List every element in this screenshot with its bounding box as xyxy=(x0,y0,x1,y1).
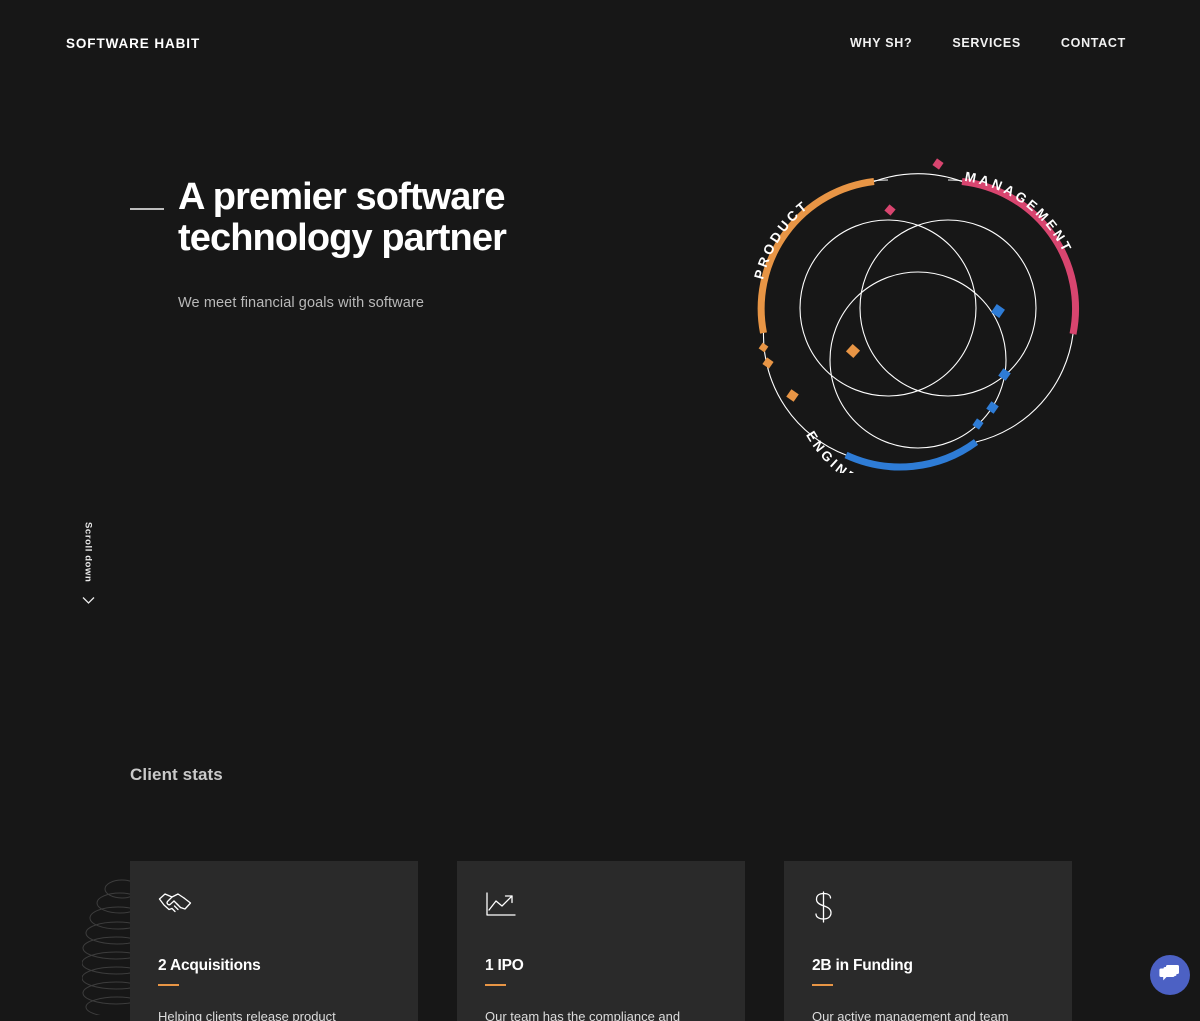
venn-label-product: PRODUCT xyxy=(751,197,812,281)
scroll-down-label: Scroll down xyxy=(82,522,94,583)
venn-markers xyxy=(758,158,1011,430)
chevron-down-icon xyxy=(82,592,95,610)
section-title: Client stats xyxy=(130,765,223,784)
venn-circle-product xyxy=(799,219,977,397)
hero-subhead: We meet financial goals with software xyxy=(178,295,425,311)
stat-card-rule xyxy=(812,984,833,986)
stat-card-body: Our active management and team xyxy=(812,1009,1009,1021)
chat-bubbles-icon xyxy=(1159,963,1181,988)
chat-widget-button[interactable] xyxy=(1150,955,1190,995)
stat-card-body: Our team has the compliance and xyxy=(485,1009,681,1021)
stat-card-heading: 2 Acquisitions xyxy=(158,957,261,974)
handshake-icon xyxy=(158,891,390,925)
hero-section: A premier software technology partner We… xyxy=(0,0,1200,720)
headline-line-2: technology partner xyxy=(178,217,507,259)
stat-card-heading: 2B in Funding xyxy=(812,957,913,974)
stat-card-ipo[interactable]: 1 IPO Our team has the compliance and xyxy=(457,861,745,1021)
stat-card-heading: 1 IPO xyxy=(485,957,524,974)
stat-card-rule xyxy=(158,984,179,986)
stat-card-rule xyxy=(485,984,506,986)
headline-dash xyxy=(130,208,164,210)
stat-card-body: Helping clients release product xyxy=(158,1009,336,1021)
page-title: A premier software technology partner xyxy=(178,176,507,259)
headline-row: A premier software technology partner xyxy=(130,178,690,257)
dollar-sign-icon xyxy=(812,891,1044,925)
scroll-down-indicator[interactable]: Scroll down xyxy=(76,522,100,610)
venn-label-management: MANAGEMENT xyxy=(964,169,1076,256)
stat-card-acquisitions[interactable]: 2 Acquisitions Helping clients release p… xyxy=(130,861,418,1021)
hero-copy: A premier software technology partner We… xyxy=(130,178,690,311)
stat-card-list: 2 Acquisitions Helping clients release p… xyxy=(130,861,1072,1021)
venn-diagram: PRODUCT MANAGEMENT ENGINEERING xyxy=(748,148,1088,504)
venn-arc-product xyxy=(757,178,875,334)
headline-line-1: A premier software xyxy=(178,176,506,218)
stat-card-funding[interactable]: 2B in Funding Our active management and … xyxy=(784,861,1072,1021)
venn-circle-management xyxy=(859,219,1037,397)
venn-arc-engineering xyxy=(844,439,979,471)
chart-trend-up-icon xyxy=(485,891,717,925)
